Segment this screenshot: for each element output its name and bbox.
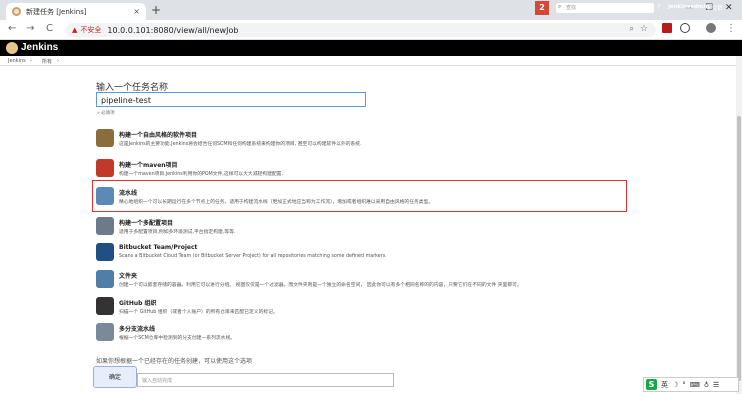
pdf-extension-icon[interactable] [662,23,672,33]
freestyle-icon [96,129,114,147]
job-type-name: Bitbucket Team/Project [119,244,198,251]
ime-skin-icon[interactable]: ♁ [704,381,709,389]
multibranch-icon [96,323,114,341]
bookmark-star-icon[interactable]: ☆ [640,24,648,34]
menu-kebab-icon[interactable]: ⋮ [726,23,736,34]
job-name-input[interactable]: pipeline-test [96,92,366,107]
job-type-folder[interactable]: 文件夹 创建一个可以嵌套存储的容器。利用它可以进行分组。 视图仅仅是一个过滤器，… [92,267,612,293]
job-type-maven[interactable]: 构建一个maven项目 构建一个maven项目.Jenkins利用你的POM文件… [92,156,612,182]
breadcrumb-all[interactable]: 所有 [42,58,52,65]
page-scrollbar[interactable] [736,56,742,394]
insecure-label[interactable]: 不安全 [80,25,101,35]
job-type-name: 构建一个maven项目 [119,162,178,169]
logout-link[interactable]: | 注销 [708,4,723,12]
job-type-name: 构建一个自由风格的软件项目 [119,132,198,139]
browser-tab[interactable]: 新建任务 [Jenkins] × [6,3,146,20]
tab-title: 新建任务 [Jenkins] [26,7,87,16]
maven-icon [96,159,114,177]
sogou-logo-icon[interactable]: S [646,379,657,390]
job-type-name: 文件夹 [119,273,138,280]
new-tab-button[interactable]: + [151,3,161,17]
job-type-name: 构建一个多配置项目 [119,220,174,227]
ime-moon-icon[interactable]: ☽ [672,381,678,389]
user-link[interactable]: jenkinsadmin [668,4,709,10]
jenkins-title[interactable]: Jenkins [21,42,58,53]
multiconfig-icon [96,217,114,235]
forward-button[interactable]: → [26,23,34,34]
browser-toolbar: ← → C ▲ 不安全 10.0.0.101:8080/view/all/new… [0,20,742,40]
ime-punct-icon[interactable]: ° [682,381,686,389]
ok-button[interactable]: 确定 [93,366,137,388]
url-text[interactable]: 10.0.0.101:8080/view/all/newJob [107,26,238,35]
breadcrumb-jenkins[interactable]: Jenkins [8,58,26,64]
extension-icon[interactable] [680,23,690,33]
back-button[interactable]: ← [8,23,16,34]
folder-icon [96,270,114,288]
job-type-desc: 这是Jenkins的主要功能.Jenkins将会结合任何SCM和任何构建系统来构… [119,142,362,147]
job-type-desc: Scans a Bitbucket Cloud Team (or Bitbuck… [119,254,387,259]
jenkins-header: Jenkins [0,40,742,56]
bitbucket-icon [96,243,114,261]
search-icon[interactable]: ⌕ [630,24,634,34]
job-type-desc: 扫描一个 GitHub 组织（或者个人账户）的所有仓库来匹配已定义的标记。 [119,310,278,315]
ime-toolbar: S 英 ☽ ° ⌨ ♁ ☰ [643,377,739,392]
job-type-desc: 创建一个可以嵌套存储的容器。利用它可以进行分组。 视图仅仅是一个过滤器，而文件夹… [119,283,522,288]
jenkins-favicon-icon [12,7,21,16]
profile-avatar-icon[interactable] [706,23,716,33]
address-bar[interactable]: ▲ 不安全 10.0.0.101:8080/view/all/newJob ⌕ … [66,23,656,37]
scrollbar-thumb[interactable] [737,116,741,381]
required-hint: » 必填项 [97,111,115,116]
ime-lang-toggle[interactable]: 英 [661,380,668,390]
job-type-name: 多分支流水线 [119,326,156,333]
job-type-bitbucket[interactable]: Bitbucket Team/Project Scans a Bitbucket… [92,240,612,266]
job-type-desc: 根据一个SCM仓库中检测到的分支创建一系列流水线。 [119,336,236,341]
close-window-button[interactable]: ✕ [725,3,733,13]
reload-button[interactable]: C [46,23,53,34]
jenkins-search-input[interactable]: 查找 [556,3,654,13]
job-type-freestyle[interactable]: 构建一个自由风格的软件项目 这是Jenkins的主要功能.Jenkins将会结合… [92,126,612,152]
tab-close-icon[interactable]: × [133,7,140,16]
job-type-multibranch[interactable]: 多分支流水线 根据一个SCM仓库中检测到的分支创建一系列流水线。 [92,320,612,346]
ime-keyboard-icon[interactable]: ⌨ [690,381,700,389]
job-type-multiconfig[interactable]: 构建一个多配置项目 适用于多配置项目,例如多环境测试,平台指定构建,等等. [92,214,612,240]
selected-job-type-highlight [92,180,627,212]
jenkins-logo-icon[interactable] [6,42,18,54]
copy-from-label: 如果你想根据一个已经存在的任务创建，可以使用这个选项 [96,358,253,365]
job-type-desc: 构建一个maven项目.Jenkins利用你的POM文件,这样可以大大减轻构建配… [119,172,284,177]
job-type-github-org[interactable]: GitHub 组织 扫描一个 GitHub 组织（或者个人账户）的所有仓库来匹配… [92,294,612,320]
warning-icon: ▲ [72,26,78,34]
job-type-desc: 适用于多配置项目,例如多环境测试,平台指定构建,等等. [119,230,236,235]
breadcrumb: Jenkins › 所有 › [0,56,742,66]
help-icon[interactable]: ? [657,3,661,11]
job-type-name: GitHub 组织 [119,300,157,307]
ime-menu-icon[interactable]: ☰ [713,381,719,389]
notification-badge[interactable]: 2 [535,1,549,15]
github-icon [96,297,114,315]
search-icon: ⌕ [558,3,562,10]
copy-from-input[interactable]: 输入自动完成 [137,373,394,387]
